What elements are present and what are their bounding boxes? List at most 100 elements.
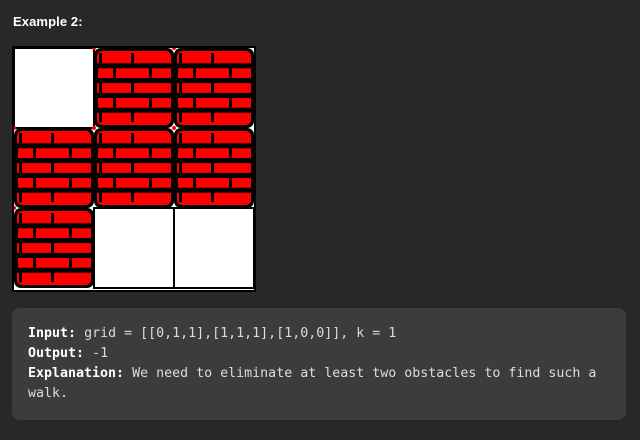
input-label: Input:: [28, 326, 77, 341]
mortar-joint: [179, 53, 182, 63]
output-value: -1: [92, 346, 109, 361]
mortar-joint: [131, 82, 134, 93]
mortar-line: [177, 187, 251, 193]
mortar-joint: [149, 67, 152, 78]
mortar-joint: [51, 213, 54, 223]
obstacle-cell: [12, 126, 94, 208]
mortar-line: [97, 172, 171, 178]
obstacle-cell: [172, 126, 254, 208]
mortar-line: [97, 187, 171, 193]
mortar-line: [97, 143, 171, 149]
mortar-line: [17, 187, 91, 193]
corner-marker: [172, 126, 176, 130]
mortar-joint: [51, 242, 54, 253]
mortar-joint: [99, 133, 102, 143]
mortar-joint: [99, 82, 102, 93]
mortar-joint: [15, 257, 18, 268]
empty-square: [173, 207, 255, 289]
grid-illustration: [12, 46, 256, 292]
mortar-line: [177, 143, 251, 149]
corner-marker: [92, 126, 96, 130]
mortar-joint: [113, 67, 116, 78]
mortar-joint: [175, 147, 178, 158]
mortar-joint: [51, 162, 54, 173]
mortar-joint: [19, 192, 22, 203]
input-line: Input: grid = [[0,1,1],[1,1,1],[1,0,0]],…: [28, 324, 610, 344]
mortar-joint: [149, 177, 152, 188]
mortar-joint: [149, 147, 152, 158]
mortar-line: [97, 158, 171, 164]
mortar-joint: [193, 67, 196, 78]
mortar-joint: [149, 97, 152, 108]
mortar-joint: [211, 133, 214, 143]
mortar-joint: [131, 192, 134, 203]
empty-cell: [13, 47, 95, 129]
mortar-joint: [229, 67, 232, 78]
mortar-joint: [131, 53, 134, 63]
mortar-joint: [229, 177, 232, 188]
mortar-joint: [69, 147, 72, 158]
mortar-line: [17, 223, 91, 229]
mortar-line: [177, 63, 251, 69]
mortar-line: [17, 158, 91, 164]
mortar-joint: [193, 177, 196, 188]
mortar-joint: [211, 192, 214, 203]
mortar-joint: [19, 272, 22, 283]
mortar-line: [17, 172, 91, 178]
mortar-joint: [19, 242, 22, 253]
mortar-joint: [175, 67, 178, 78]
mortar-joint: [33, 177, 36, 188]
empty-square: [13, 47, 95, 129]
mortar-line: [177, 172, 251, 178]
mortar-joint: [15, 147, 18, 158]
mortar-joint: [113, 177, 116, 188]
mortar-joint: [179, 133, 182, 143]
mortar-joint: [113, 97, 116, 108]
mortar-joint: [19, 213, 22, 223]
output-label: Output:: [28, 346, 85, 361]
mortar-joint: [33, 147, 36, 158]
mortar-joint: [229, 97, 232, 108]
mortar-joint: [179, 112, 182, 123]
mortar-joint: [211, 53, 214, 63]
obstacle-cell: [172, 46, 254, 128]
explanation-line: Explanation: We need to eliminate at lea…: [28, 364, 610, 404]
mortar-joint: [19, 162, 22, 173]
mortar-joint: [95, 67, 98, 78]
mortar-line: [17, 252, 91, 258]
mortar-joint: [19, 133, 22, 143]
explanation-label: Explanation:: [28, 366, 125, 381]
mortar-joint: [179, 192, 182, 203]
mortar-joint: [15, 177, 18, 188]
mortar-joint: [99, 162, 102, 173]
example-box: Input: grid = [[0,1,1],[1,1,1],[1,0,0]],…: [12, 308, 626, 420]
mortar-joint: [99, 53, 102, 63]
mortar-line: [97, 92, 171, 98]
mortar-joint: [51, 192, 54, 203]
mortar-joint: [175, 177, 178, 188]
mortar-joint: [131, 162, 134, 173]
mortar-joint: [211, 82, 214, 93]
mortar-joint: [33, 257, 36, 268]
mortar-joint: [15, 227, 18, 238]
empty-cell: [173, 207, 255, 289]
mortar-joint: [51, 272, 54, 283]
mortar-joint: [193, 147, 196, 158]
mortar-line: [177, 158, 251, 164]
mortar-joint: [95, 97, 98, 108]
mortar-joint: [131, 133, 134, 143]
mortar-joint: [179, 162, 182, 173]
mortar-line: [97, 107, 171, 113]
mortar-joint: [69, 257, 72, 268]
empty-square: [93, 207, 175, 289]
mortar-joint: [95, 147, 98, 158]
mortar-line: [177, 78, 251, 84]
mortar-joint: [99, 192, 102, 203]
mortar-joint: [69, 177, 72, 188]
mortar-joint: [193, 97, 196, 108]
mortar-joint: [95, 177, 98, 188]
mortar-joint: [179, 82, 182, 93]
mortar-joint: [211, 112, 214, 123]
mortar-line: [17, 143, 91, 149]
mortar-joint: [99, 112, 102, 123]
